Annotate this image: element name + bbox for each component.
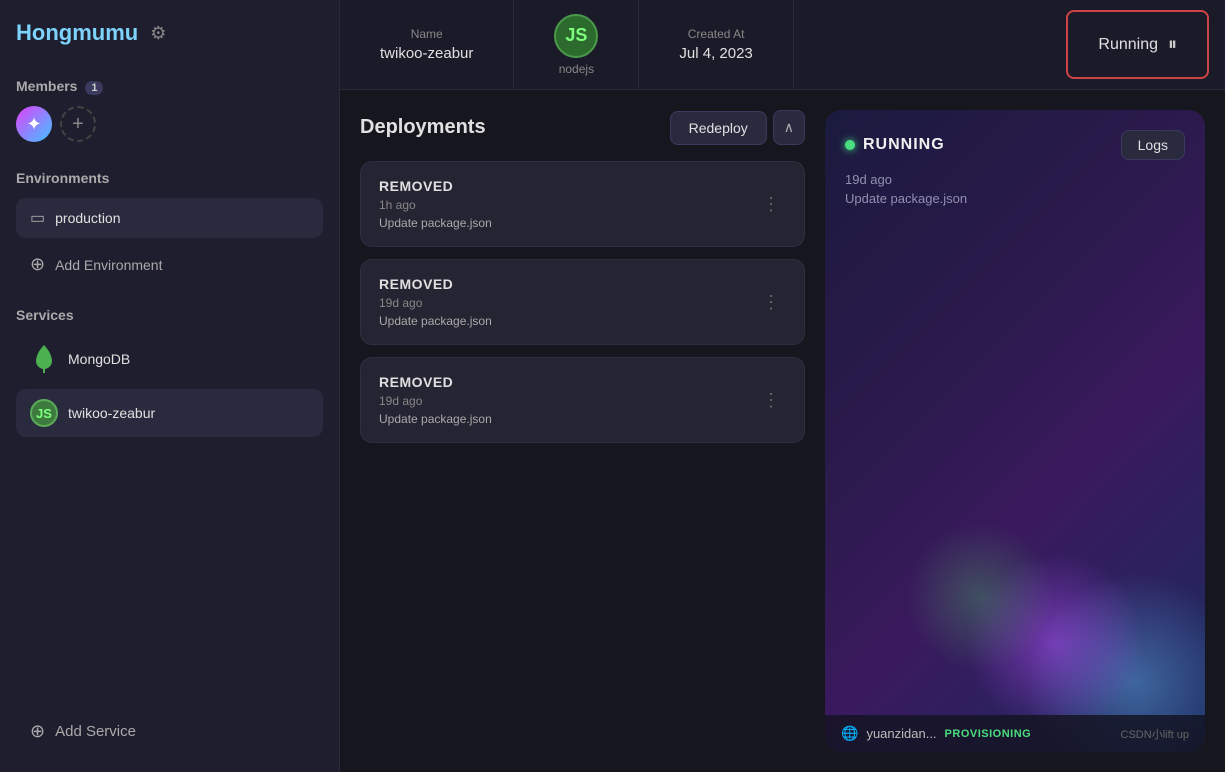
- deployment-card-info: REMOVED 19d ago Update package.json: [379, 374, 492, 426]
- deployments-title: Deployments: [360, 116, 486, 139]
- gear-icon: ⚙: [150, 23, 166, 44]
- members-section-label: Members 1: [16, 78, 323, 94]
- more-options-button[interactable]: ⋮: [758, 288, 786, 317]
- add-environment-button[interactable]: ⊕ Add Environment: [16, 246, 323, 283]
- created-at-label: Created At: [688, 27, 745, 41]
- workspace-title: Hongmumu: [16, 20, 138, 46]
- main-content: Name twikoo-zeabur JS nodejs Created At …: [340, 0, 1225, 772]
- deployment-card-info: REMOVED 1h ago Update package.json: [379, 178, 492, 230]
- sidebar-header: Hongmumu ⚙: [16, 20, 323, 46]
- running-commit: Update package.json: [845, 191, 1185, 206]
- runtime-section: JS nodejs: [514, 0, 639, 89]
- running-time: 19d ago: [845, 172, 1185, 187]
- deployment-commit: Update package.json: [379, 314, 492, 328]
- deployments-left: Deployments Redeploy ∧ REMOVED 1h ago: [360, 110, 805, 752]
- add-service-label: Add Service: [55, 723, 136, 740]
- add-service-button[interactable]: ⊕ Add Service: [16, 711, 323, 752]
- more-options-button[interactable]: ⋮: [758, 190, 786, 219]
- running-label: RUNNING: [863, 136, 945, 154]
- member-avatar[interactable]: ✦: [16, 106, 52, 142]
- add-member-button[interactable]: +: [60, 106, 96, 142]
- members-row: ✦ +: [16, 106, 323, 142]
- services-section-label: Services: [16, 307, 323, 323]
- deployment-status: REMOVED: [379, 276, 492, 292]
- status-text: Running: [1098, 36, 1158, 54]
- plus-circle-icon: ⊕: [30, 254, 45, 275]
- nodejs-runtime-icon: JS: [554, 14, 598, 58]
- deployments-header: Deployments Redeploy ∧: [360, 110, 805, 145]
- domain-text: yuanzidan...: [866, 726, 936, 741]
- name-section: Name twikoo-zeabur: [340, 0, 514, 89]
- members-count-badge: 1: [85, 81, 103, 95]
- production-env-item[interactable]: ▭ production: [16, 198, 323, 238]
- logs-button[interactable]: Logs: [1121, 130, 1185, 160]
- plus-circle-icon-service: ⊕: [30, 721, 45, 742]
- deployment-time: 19d ago: [379, 296, 492, 310]
- services-section: Services MongoDB JS twikoo-zeabur ⊕ Add …: [16, 303, 323, 752]
- created-at-section: Created At Jul 4, 2023: [639, 0, 793, 89]
- deployment-commit: Update package.json: [379, 216, 492, 230]
- mongodb-service-item[interactable]: MongoDB: [16, 335, 323, 383]
- environments-section-label: Environments: [16, 170, 323, 186]
- deployment-card[interactable]: REMOVED 19d ago Update package.json ⋮: [360, 259, 805, 345]
- deployment-card-info: REMOVED 19d ago Update package.json: [379, 276, 492, 328]
- sidebar: Hongmumu ⚙ Members 1 ✦ + Environments ▭ …: [0, 0, 340, 772]
- name-value: twikoo-zeabur: [380, 45, 473, 62]
- running-header: RUNNING Logs: [845, 130, 1185, 160]
- globe-icon: 🌐: [841, 725, 858, 742]
- deployment-card[interactable]: REMOVED 1h ago Update package.json ⋮: [360, 161, 805, 247]
- glow-orb-2: [965, 552, 1145, 732]
- bottom-bar: 🌐 yuanzidan... PROVISIONING CSDN小lift up: [825, 715, 1205, 752]
- provisioning-badge: PROVISIONING: [945, 728, 1032, 740]
- production-label: production: [55, 210, 120, 226]
- deployment-commit: Update package.json: [379, 412, 492, 426]
- deployments-area: Deployments Redeploy ∧ REMOVED 1h ago: [340, 90, 1225, 772]
- mongodb-icon: [30, 345, 58, 373]
- running-status: RUNNING: [845, 136, 945, 154]
- more-options-button[interactable]: ⋮: [758, 386, 786, 415]
- deployment-time: 19d ago: [379, 394, 492, 408]
- settings-button[interactable]: ⚙: [148, 21, 168, 46]
- running-panel: RUNNING Logs 19d ago Update package.json…: [825, 110, 1205, 752]
- twikoo-service-label: twikoo-zeabur: [68, 405, 155, 421]
- add-environment-label: Add Environment: [55, 257, 162, 273]
- glow-orb-3: [905, 522, 1055, 672]
- created-at-value: Jul 4, 2023: [679, 45, 752, 62]
- nodejs-icon: JS: [30, 399, 58, 427]
- runtime-label: nodejs: [559, 62, 594, 76]
- status-indicator: [845, 140, 855, 150]
- deployment-status: REMOVED: [379, 178, 492, 194]
- deployment-time: 1h ago: [379, 198, 492, 212]
- twikoo-service-item[interactable]: JS twikoo-zeabur: [16, 389, 323, 437]
- pause-icon: ⏸: [1168, 34, 1177, 55]
- name-label: Name: [411, 27, 443, 41]
- top-bar: Name twikoo-zeabur JS nodejs Created At …: [340, 0, 1225, 90]
- collapse-button[interactable]: ∧: [773, 110, 805, 145]
- redeploy-label: Redeploy: [689, 120, 748, 136]
- running-panel-content: RUNNING Logs 19d ago Update package.json: [825, 110, 1205, 752]
- server-icon: ▭: [30, 208, 45, 228]
- deployment-card[interactable]: REMOVED 19d ago Update package.json ⋮: [360, 357, 805, 443]
- mongodb-service-label: MongoDB: [68, 351, 130, 367]
- environments-section: Environments ▭ production ⊕ Add Environm…: [16, 166, 323, 283]
- deployment-status: REMOVED: [379, 374, 492, 390]
- watermark-text: CSDN小lift up: [1121, 726, 1189, 742]
- status-section[interactable]: Running ⏸: [1066, 10, 1209, 79]
- chevron-up-icon: ∧: [784, 119, 794, 136]
- redeploy-button[interactable]: Redeploy: [670, 111, 767, 145]
- deployment-cards: REMOVED 1h ago Update package.json ⋮ REM…: [360, 161, 805, 443]
- logs-label: Logs: [1138, 137, 1168, 153]
